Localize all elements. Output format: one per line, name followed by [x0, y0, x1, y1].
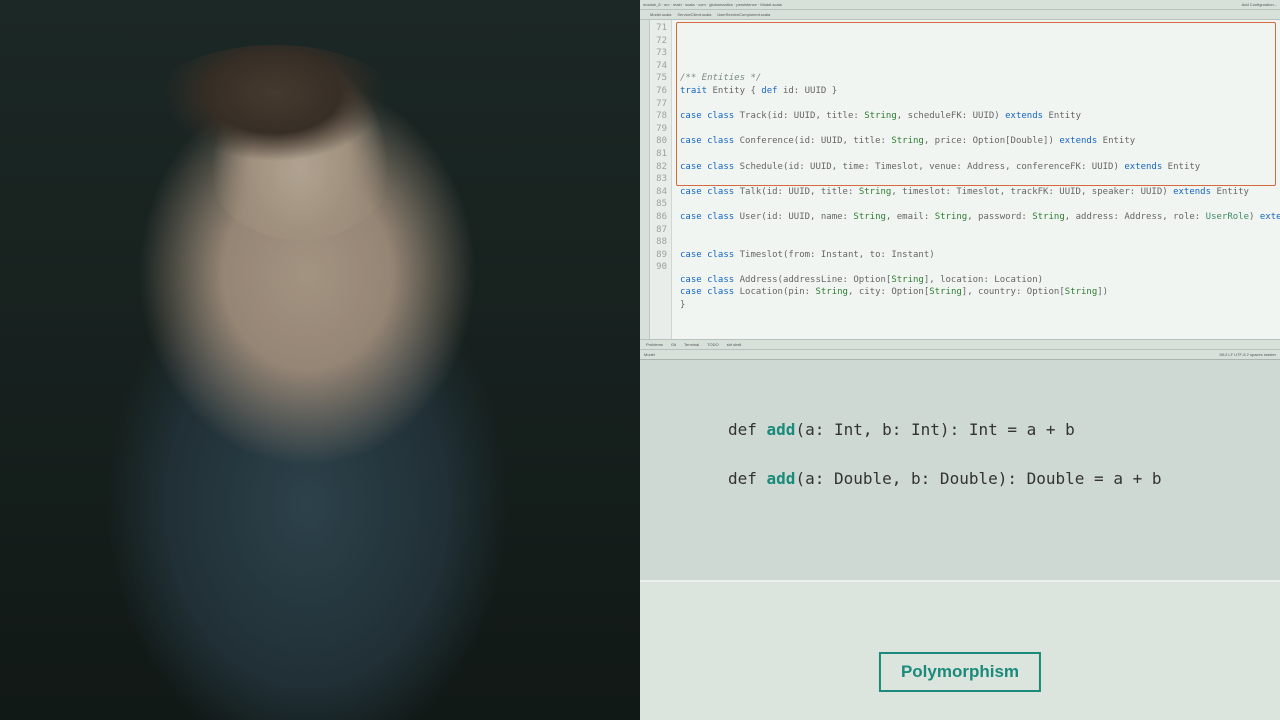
slide-fn-name: add: [767, 469, 796, 488]
ide-window: module_8 · src · main · scala · com · gl…: [640, 0, 1280, 360]
ide-tool-tab[interactable]: sbt shell: [727, 342, 742, 347]
ide-code-area[interactable]: /** Entities */trait Entity { def id: UU…: [672, 20, 1280, 339]
code-line[interactable]: [680, 236, 1272, 249]
code-line[interactable]: [680, 173, 1272, 186]
ide-left-gutter: [640, 20, 650, 339]
ide-status-left: Model: [644, 352, 655, 357]
ide-tool-tab[interactable]: Git: [671, 342, 676, 347]
code-line[interactable]: [680, 60, 1272, 73]
ide-tool-tab[interactable]: TODO: [707, 342, 718, 347]
presenter-video-pane: [0, 0, 640, 720]
code-line[interactable]: case class User(id: UUID, name: String, …: [680, 211, 1272, 224]
ide-status-bar: Model 89:2 LF UTF-8 2 spaces master: [640, 349, 1280, 359]
ide-breadcrumb: module_8 · src · main · scala · com · gl…: [643, 2, 782, 7]
slide-code-line-1: def add(a: Int, b: Int): Int = a + b: [728, 420, 1240, 439]
ide-tab[interactable]: ServiceClient.scala: [677, 12, 711, 17]
ide-status-right: 89:2 LF UTF-8 2 spaces master: [1220, 352, 1276, 357]
ide-run-config[interactable]: Add Configuration...: [1242, 2, 1277, 7]
ide-tool-tab[interactable]: Terminal: [684, 342, 699, 347]
code-line[interactable]: }: [680, 299, 1272, 312]
slide-area: def add(a: Int, b: Int): Int = a + b def…: [640, 360, 1280, 720]
code-line[interactable]: [680, 123, 1272, 136]
ide-tab[interactable]: Model.scala: [650, 12, 671, 17]
polymorphism-badge: Polymorphism: [879, 652, 1041, 692]
code-line[interactable]: trait Entity { def id: UUID }: [680, 85, 1272, 98]
slide-code-line-2: def add(a: Double, b: Double): Double = …: [728, 469, 1240, 488]
code-line[interactable]: case class Talk(id: UUID, title: String,…: [680, 186, 1272, 199]
code-line[interactable]: case class Conference(id: UUID, title: S…: [680, 135, 1272, 148]
code-line[interactable]: case class Timeslot(from: Instant, to: I…: [680, 249, 1272, 262]
ide-tab[interactable]: UserServiceComponent.scala: [717, 12, 770, 17]
ide-tool-tab[interactable]: Problems: [646, 342, 663, 347]
presenter-image: [0, 0, 640, 720]
code-line[interactable]: [680, 224, 1272, 237]
code-line[interactable]: /** Entities */: [680, 72, 1272, 85]
ide-editor-body: 7172737475767778798081828384858687888990…: [640, 20, 1280, 339]
ide-toolbar: module_8 · src · main · scala · com · gl…: [640, 0, 1280, 10]
code-line[interactable]: [680, 261, 1272, 274]
code-line[interactable]: [680, 98, 1272, 111]
code-line[interactable]: [680, 198, 1272, 211]
code-line[interactable]: case class Schedule(id: UUID, time: Time…: [680, 161, 1272, 174]
code-line[interactable]: case class Track(id: UUID, title: String…: [680, 110, 1272, 123]
code-line[interactable]: case class Address(addressLine: Option[S…: [680, 274, 1272, 287]
ide-line-numbers: 7172737475767778798081828384858687888990: [650, 20, 672, 339]
code-line[interactable]: [680, 148, 1272, 161]
slide-fn-name: add: [767, 420, 796, 439]
ide-tool-window-tabs: Problems Git Terminal TODO sbt shell: [640, 339, 1280, 349]
code-line[interactable]: case class Location(pin: String, city: O…: [680, 286, 1272, 299]
ide-editor-tabs: Model.scala ServiceClient.scala UserServ…: [640, 10, 1280, 20]
slide-bottom-panel: [640, 582, 1280, 720]
slide-content-pane: module_8 · src · main · scala · com · gl…: [640, 0, 1280, 720]
